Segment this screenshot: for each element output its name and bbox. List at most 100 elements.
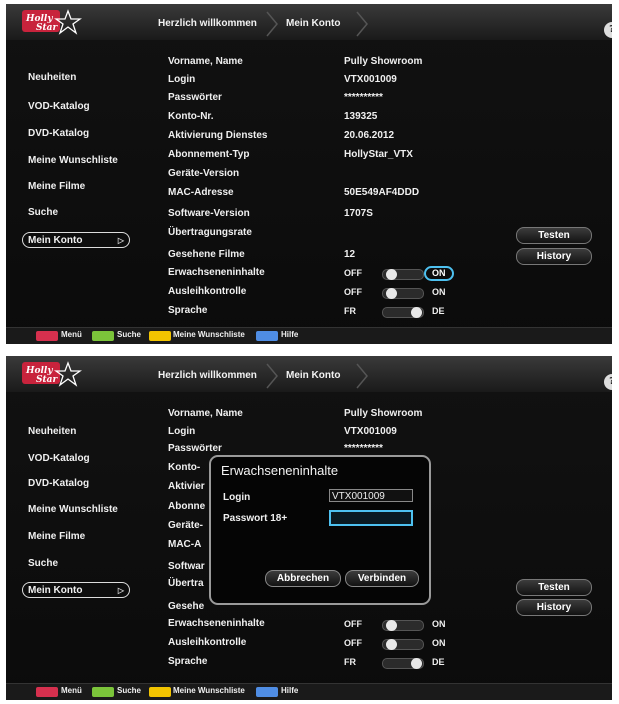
sidebar-item-neuheiten[interactable]: Neuheiten: [28, 426, 76, 437]
ausleihkontrolle-toggle[interactable]: [382, 288, 424, 299]
toggle-off-label: FR: [344, 306, 356, 316]
label-konto-nr-partial: Konto-: [168, 462, 201, 473]
toggle-on-label[interactable]: ON: [424, 266, 454, 281]
history-button[interactable]: History: [516, 599, 592, 616]
yellow-key-icon: [149, 331, 171, 341]
breadcrumb-home[interactable]: Herzlich willkommen: [158, 13, 257, 35]
label-password: Passwörter: [168, 443, 222, 454]
value-login: VTX001009: [344, 426, 397, 437]
sidebar-item-label: Mein Konto: [28, 585, 83, 596]
value-konto-nr: 139325: [344, 111, 378, 122]
sidebar-item-vod-katalog[interactable]: VOD-Katalog: [28, 453, 90, 464]
bottom-key-bar: Menü Suche Meine Wunschliste Hilfe: [6, 327, 612, 344]
breadcrumb-home[interactable]: Herzlich willkommen: [158, 365, 257, 387]
label-name: Vorname, Name: [168, 408, 243, 419]
sidebar-item-suche[interactable]: Suche: [28, 558, 58, 569]
toggle-knob: [386, 269, 397, 280]
breadcrumb-separator-icon: [356, 11, 368, 37]
value-software-version: 1707S: [344, 208, 373, 219]
label-uebertragung-partial: Übertra: [168, 578, 204, 589]
key-label-hilfe[interactable]: Hilfe: [281, 686, 298, 695]
hollystar-logo: Holly Star: [22, 9, 82, 35]
dialog-login-label: Login: [223, 492, 251, 503]
key-label-wunschliste[interactable]: Meine Wunschliste: [173, 686, 245, 695]
label-login: Login: [168, 426, 196, 437]
label-uebertragungsrate: Übertragungsrate: [168, 227, 252, 238]
sidebar-item-suche[interactable]: Suche: [28, 207, 58, 218]
key-label-hilfe[interactable]: Hilfe: [281, 330, 298, 339]
sidebar-item-mein-konto[interactable]: Mein Konto ▷: [22, 582, 130, 598]
help-icon[interactable]: ?: [604, 374, 612, 390]
label-login: Login: [168, 74, 196, 85]
key-label-suche[interactable]: Suche: [117, 330, 141, 339]
toggle-knob: [411, 658, 422, 669]
value-aktivierung: 20.06.2012: [344, 130, 395, 141]
history-button[interactable]: History: [516, 248, 592, 265]
breadcrumb-separator-icon: [266, 363, 278, 389]
value-name: Pully Showroom: [344, 56, 423, 67]
sidebar-item-dvd-katalog[interactable]: DVD-Katalog: [28, 128, 89, 139]
key-label-menu[interactable]: Menü: [61, 686, 82, 695]
sprache-toggle[interactable]: [382, 658, 424, 669]
testen-button[interactable]: Testen: [516, 227, 592, 244]
toggle-on-label: ON: [432, 638, 446, 648]
label-geraete-version: Geräte-Version: [168, 168, 240, 179]
label-gesehene-filme: Gesehene Filme: [168, 249, 245, 260]
erwachseneninhalte-toggle[interactable]: [382, 620, 424, 631]
sidebar-item-dvd-katalog[interactable]: DVD-Katalog: [28, 478, 89, 489]
label-erwachseneninhalte: Erwachseneninhalte: [168, 267, 265, 278]
ausleihkontrolle-toggle[interactable]: [382, 639, 424, 650]
dialog-password-field[interactable]: [329, 510, 413, 526]
sidebar-item-meine-filme[interactable]: Meine Filme: [28, 181, 85, 192]
label-ausleihkontrolle: Ausleihkontrolle: [168, 637, 247, 648]
help-icon[interactable]: ?: [604, 22, 612, 38]
toggle-off-label: OFF: [344, 619, 362, 629]
label-aktivierung: Aktivierung Dienstes: [168, 130, 268, 141]
sidebar-item-wunschliste[interactable]: Meine Wunschliste: [28, 504, 118, 515]
sidebar-item-neuheiten[interactable]: Neuheiten: [28, 72, 76, 83]
toggle-on-label: ON: [432, 619, 446, 629]
value-gesehene-filme: 12: [344, 249, 356, 260]
toggle-off-label: OFF: [344, 268, 362, 278]
blue-key-icon: [256, 331, 278, 341]
erwachseneninhalte-toggle[interactable]: [382, 269, 424, 280]
cancel-button[interactable]: Abbrechen: [265, 570, 341, 587]
sidebar-item-wunschliste[interactable]: Meine Wunschliste: [28, 155, 118, 166]
dialog-password-label: Passwort 18+: [223, 513, 288, 524]
label-geraete-partial: Geräte-: [168, 520, 204, 531]
green-key-icon: [92, 331, 114, 341]
breadcrumb-separator-icon: [266, 11, 278, 37]
value-abonnement: HollyStar_VTX: [344, 149, 413, 160]
account-screen-2: Holly Star Herzlich willkommen Mein Kont…: [6, 356, 612, 700]
value-password: **********: [344, 92, 383, 103]
sidebar-item-vod-katalog[interactable]: VOD-Katalog: [28, 101, 90, 112]
dialog-login-field[interactable]: VTX001009: [329, 489, 413, 502]
toggle-knob: [386, 288, 397, 299]
red-key-icon: [36, 331, 58, 341]
top-bar: Holly Star Herzlich willkommen Mein Kont…: [6, 356, 612, 392]
value-login: VTX001009: [344, 74, 397, 85]
chevron-right-icon: ▷: [117, 236, 124, 245]
value-mac: 50E549AF4DDD: [344, 187, 420, 198]
label-gesehene-partial: Gesehe: [168, 601, 205, 612]
chevron-right-icon: ▷: [117, 586, 124, 595]
label-name: Vorname, Name: [168, 56, 243, 67]
key-label-wunschliste[interactable]: Meine Wunschliste: [173, 330, 245, 339]
account-screen-1: Holly Star Herzlich willkommen Mein Kont…: [6, 4, 612, 344]
label-sprache: Sprache: [168, 305, 208, 316]
testen-button[interactable]: Testen: [516, 579, 592, 596]
bottom-key-bar: Menü Suche Meine Wunschliste Hilfe: [6, 683, 612, 700]
sprache-toggle[interactable]: [382, 307, 424, 318]
red-key-icon: [36, 687, 58, 697]
sidebar-item-mein-konto[interactable]: Mein Konto ▷: [22, 232, 130, 248]
connect-button[interactable]: Verbinden: [345, 570, 419, 587]
key-label-menu[interactable]: Menü: [61, 330, 82, 339]
sidebar-item-meine-filme[interactable]: Meine Filme: [28, 531, 85, 542]
blue-key-icon: [256, 687, 278, 697]
toggle-off-label: FR: [344, 657, 356, 667]
label-sprache: Sprache: [168, 656, 208, 667]
label-mac-partial: MAC-A: [168, 539, 202, 550]
sidebar-item-label: Mein Konto: [28, 235, 83, 246]
key-label-suche[interactable]: Suche: [117, 686, 141, 695]
label-software-partial: Softwar: [168, 561, 205, 572]
